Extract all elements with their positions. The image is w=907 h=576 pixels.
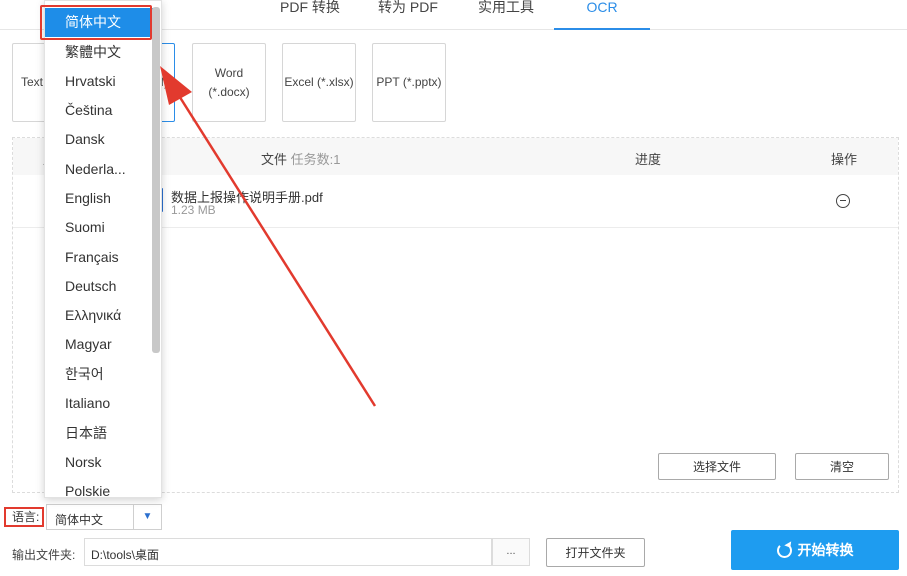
language-option-no[interactable]: Norsk <box>45 448 153 477</box>
format-card-ppt[interactable]: PPT (*.pptx) <box>372 43 446 122</box>
output-folder-label: 输出文件夹: <box>12 548 76 562</box>
remove-file-icon[interactable] <box>836 194 850 208</box>
tab-pdf-convert[interactable]: PDF 转换 <box>262 0 358 30</box>
browse-button[interactable]: ... <box>492 538 530 566</box>
highlight-box <box>40 5 152 40</box>
language-label: 语言: <box>4 507 44 527</box>
language-option-nl[interactable]: Nederla... <box>45 155 153 184</box>
language-option-en[interactable]: English <box>45 184 153 213</box>
language-option-fi[interactable]: Suomi <box>45 213 153 242</box>
open-folder-button[interactable]: 打开文件夹 <box>546 538 645 567</box>
format-card-word[interactable]: Word (*.docx) <box>192 43 266 122</box>
language-dropdown: 简体中文 繁體中文 Hrvatski Čeština Dansk Nederla… <box>44 0 162 498</box>
language-option-da[interactable]: Dansk <box>45 125 153 154</box>
language-option-hu[interactable]: Magyar <box>45 330 153 359</box>
language-option-zh-hant[interactable]: 繁體中文 <box>45 38 153 67</box>
header-progress: 进度 <box>635 152 662 167</box>
start-convert-button[interactable]: 开始转换 <box>731 530 899 570</box>
tab-utilities[interactable]: 实用工具 <box>458 0 554 30</box>
header-action: 操作 <box>831 152 858 167</box>
language-option-ja[interactable]: 日本語 <box>45 419 153 448</box>
select-file-button[interactable]: 选择文件 <box>658 453 776 480</box>
header-file: 文件 任务数:1 <box>261 152 341 167</box>
format-card-excel[interactable]: Excel (*.xlsx) <box>282 43 356 122</box>
language-option-cs[interactable]: Čeština <box>45 96 153 125</box>
language-select[interactable]: 简体中文 ▼ <box>46 504 162 530</box>
task-count: 任务数:1 <box>290 152 341 167</box>
tab-ocr[interactable]: OCR <box>554 0 650 30</box>
refresh-icon <box>776 542 792 558</box>
language-option-fr[interactable]: Français <box>45 243 153 272</box>
language-option-hr[interactable]: Hrvatski <box>45 67 153 96</box>
clear-button[interactable]: 清空 <box>795 453 889 480</box>
language-option-it[interactable]: Italiano <box>45 389 153 418</box>
output-folder-input[interactable]: D:\tools\桌面 <box>84 538 492 566</box>
language-option-ko[interactable]: 한국어 <box>45 360 153 389</box>
language-option-de[interactable]: Deutsch <box>45 272 153 301</box>
chevron-down-icon[interactable]: ▼ <box>133 505 161 529</box>
language-selected-value: 简体中文 <box>55 513 104 527</box>
language-option-pl[interactable]: Polskie <box>45 477 153 497</box>
language-option-el[interactable]: Ελληνικά <box>45 301 153 330</box>
tab-to-pdf[interactable]: 转为 PDF <box>360 0 456 30</box>
file-size: 1.23 MB <box>171 203 216 217</box>
dropdown-scrollbar[interactable] <box>152 7 160 353</box>
